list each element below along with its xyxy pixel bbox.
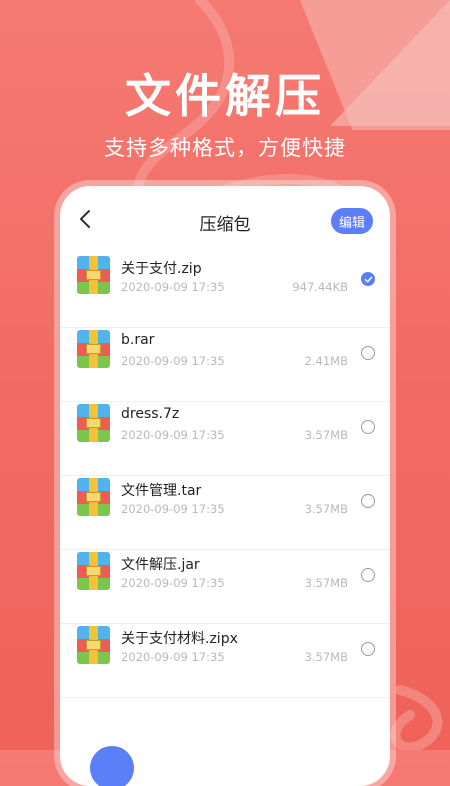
archive-icon	[77, 330, 110, 368]
archive-icon	[77, 626, 110, 664]
select-radio[interactable]	[361, 494, 375, 508]
edit-button[interactable]: 编辑	[331, 208, 373, 234]
file-row[interactable]: b.rar 2020-09-09 17:35 2.41MB	[60, 328, 390, 402]
select-radio[interactable]	[361, 420, 375, 434]
file-name: dress.7z	[121, 406, 180, 422]
file-name: b.rar	[121, 332, 155, 348]
file-size: 3.57MB	[304, 502, 348, 516]
file-name: 关于支付.zip	[121, 261, 202, 277]
archive-icon	[77, 552, 110, 590]
select-radio[interactable]	[361, 642, 375, 656]
file-date: 2020-09-09 17:35	[121, 280, 225, 294]
check-icon	[364, 276, 372, 282]
file-size: 947.44KB	[292, 280, 348, 294]
file-row[interactable]: 关于支付材料.zipx 2020-09-09 17:35 3.57MB	[60, 624, 390, 698]
file-size: 2.41MB	[304, 354, 348, 368]
file-name: 文件管理.tar	[121, 483, 202, 499]
hero-subtitle: 支持多种格式，方便快捷	[104, 136, 346, 160]
archive-icon	[77, 256, 110, 294]
file-row[interactable]: 关于支付.zip 2020-09-09 17:35 947.44KB	[60, 254, 390, 328]
archive-icon	[77, 478, 110, 516]
file-size: 3.57MB	[304, 650, 348, 664]
file-date: 2020-09-09 17:35	[121, 576, 225, 590]
file-list: 关于支付.zip 2020-09-09 17:35 947.44KB b.rar…	[60, 254, 390, 698]
file-date: 2020-09-09 17:35	[121, 354, 225, 368]
file-size: 3.57MB	[304, 576, 348, 590]
phone-frame: 压缩包 编辑 关于支付.zip 2020-09-09 17:35 947.44K…	[60, 186, 390, 786]
file-name: 文件解压.jar	[121, 557, 200, 573]
bottom-action-button[interactable]	[90, 746, 134, 786]
select-radio[interactable]	[361, 568, 375, 582]
nav-bar: 压缩包 编辑	[60, 186, 390, 254]
file-row[interactable]: 文件管理.tar 2020-09-09 17:35 3.57MB	[60, 476, 390, 550]
hero-title: 文件解压	[125, 69, 325, 123]
archive-icon	[77, 404, 110, 442]
file-row[interactable]: dress.7z 2020-09-09 17:35 3.57MB	[60, 402, 390, 476]
file-date: 2020-09-09 17:35	[121, 502, 225, 516]
file-name: 关于支付材料.zipx	[121, 631, 238, 647]
select-radio[interactable]	[361, 346, 375, 360]
file-row[interactable]: 文件解压.jar 2020-09-09 17:35 3.57MB	[60, 550, 390, 624]
file-date: 2020-09-09 17:35	[121, 428, 225, 442]
file-size: 3.57MB	[304, 428, 348, 442]
file-date: 2020-09-09 17:35	[121, 650, 225, 664]
select-radio[interactable]	[361, 272, 375, 286]
